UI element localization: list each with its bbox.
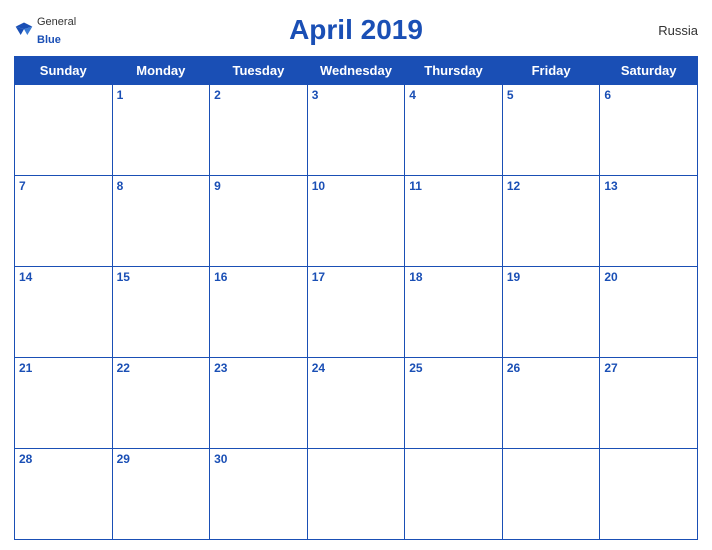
date-number: 16 xyxy=(214,270,303,284)
col-wednesday: Wednesday xyxy=(307,57,405,85)
table-row: 30 xyxy=(210,449,308,540)
date-number: 28 xyxy=(19,452,108,466)
date-number: 19 xyxy=(507,270,596,284)
table-row: 7 xyxy=(15,176,113,267)
date-number: 27 xyxy=(604,361,693,375)
table-row: 14 xyxy=(15,267,113,358)
country-label: Russia xyxy=(658,23,698,38)
table-row xyxy=(600,449,698,540)
calendar-row: 123456 xyxy=(15,85,698,176)
calendar-row: 789 10 11 12 13 xyxy=(15,176,698,267)
table-row: 13 xyxy=(600,176,698,267)
date-number: 2 xyxy=(214,88,303,102)
table-row: 22 xyxy=(112,358,210,449)
calendar-header: General Blue April 2019 Russia xyxy=(14,10,698,50)
date-number: 20 xyxy=(604,270,693,284)
date-number: 1 xyxy=(117,88,206,102)
table-row: 6 xyxy=(600,85,698,176)
logo-blue-text: Blue xyxy=(37,34,61,46)
table-row: 21 xyxy=(15,358,113,449)
date-number: 13 xyxy=(604,179,693,193)
date-number: 29 xyxy=(117,452,206,466)
calendar-row: 28 29 30 xyxy=(15,449,698,540)
calendar-row: 21 22 23 24 25 26 27 xyxy=(15,358,698,449)
table-row: 12 xyxy=(502,176,600,267)
col-monday: Monday xyxy=(112,57,210,85)
table-row xyxy=(15,85,113,176)
col-sunday: Sunday xyxy=(15,57,113,85)
calendar-body: 1234567891011121314151617181920212223242… xyxy=(15,85,698,540)
table-row: 20 xyxy=(600,267,698,358)
date-number: 26 xyxy=(507,361,596,375)
col-thursday: Thursday xyxy=(405,57,503,85)
table-row: 26 xyxy=(502,358,600,449)
table-row: 15 xyxy=(112,267,210,358)
col-tuesday: Tuesday xyxy=(210,57,308,85)
date-number: 10 xyxy=(312,179,401,193)
date-number: 24 xyxy=(312,361,401,375)
month-title: April 2019 xyxy=(289,14,423,46)
days-header-row: Sunday Monday Tuesday Wednesday Thursday… xyxy=(15,57,698,85)
table-row: 19 xyxy=(502,267,600,358)
table-row: 9 xyxy=(210,176,308,267)
date-number: 12 xyxy=(507,179,596,193)
table-row: 25 xyxy=(405,358,503,449)
date-number: 3 xyxy=(312,88,401,102)
date-number: 25 xyxy=(409,361,498,375)
table-row: 11 xyxy=(405,176,503,267)
col-friday: Friday xyxy=(502,57,600,85)
table-row: 1 xyxy=(112,85,210,176)
date-number: 14 xyxy=(19,270,108,284)
date-number: 17 xyxy=(312,270,401,284)
table-row: 24 xyxy=(307,358,405,449)
table-row xyxy=(502,449,600,540)
table-row: 2 xyxy=(210,85,308,176)
date-number: 5 xyxy=(507,88,596,102)
date-number: 15 xyxy=(117,270,206,284)
date-number: 21 xyxy=(19,361,108,375)
date-number: 23 xyxy=(214,361,303,375)
calendar-table: Sunday Monday Tuesday Wednesday Thursday… xyxy=(14,56,698,540)
date-number: 4 xyxy=(409,88,498,102)
table-row: 3 xyxy=(307,85,405,176)
date-number: 6 xyxy=(604,88,693,102)
table-row xyxy=(307,449,405,540)
date-number: 22 xyxy=(117,361,206,375)
table-row: 5 xyxy=(502,85,600,176)
table-row: 23 xyxy=(210,358,308,449)
logo-general-text: General xyxy=(37,16,76,28)
date-number: 8 xyxy=(117,179,206,193)
table-row: 18 xyxy=(405,267,503,358)
table-row: 29 xyxy=(112,449,210,540)
table-row: 10 xyxy=(307,176,405,267)
date-number: 18 xyxy=(409,270,498,284)
calendar-row: 14 15 16 17 18 19 20 xyxy=(15,267,698,358)
date-number: 30 xyxy=(214,452,303,466)
calendar-page: General Blue April 2019 Russia Sunday Mo… xyxy=(0,0,712,550)
logo: General Blue xyxy=(14,12,76,48)
date-number: 7 xyxy=(19,179,108,193)
table-row: 8 xyxy=(112,176,210,267)
date-number: 11 xyxy=(409,179,498,193)
table-row: 27 xyxy=(600,358,698,449)
table-row xyxy=(405,449,503,540)
table-row: 16 xyxy=(210,267,308,358)
logo-bird-icon xyxy=(14,20,34,40)
table-row: 28 xyxy=(15,449,113,540)
table-row: 17 xyxy=(307,267,405,358)
col-saturday: Saturday xyxy=(600,57,698,85)
table-row: 4 xyxy=(405,85,503,176)
date-number: 9 xyxy=(214,179,303,193)
